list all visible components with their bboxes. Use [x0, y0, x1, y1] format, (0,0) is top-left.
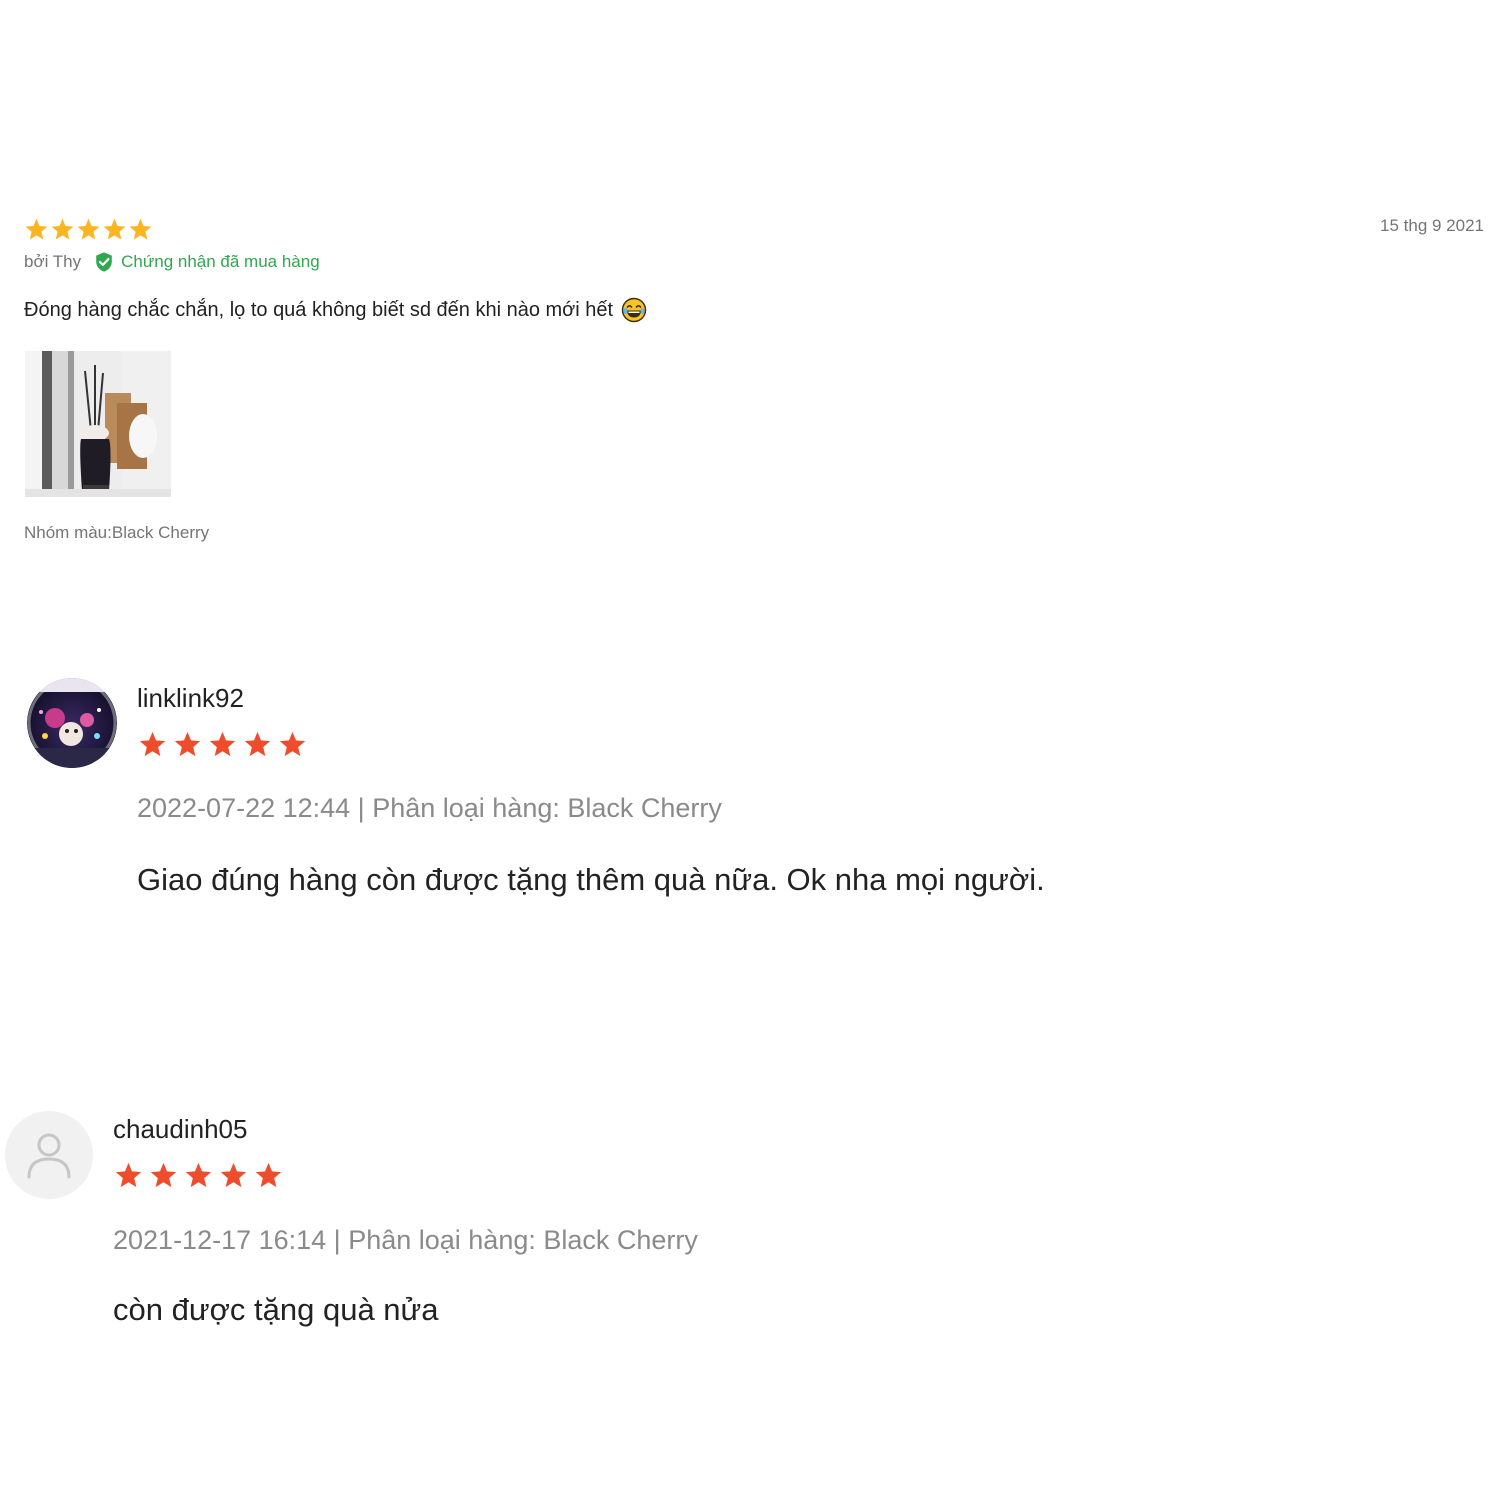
verified-purchase-label: Chứng nhận đã mua hàng: [121, 252, 320, 271]
star-icon: [25, 218, 48, 240]
review-2-meta: 2022-07-22 12:44 | Phân loại hàng: Black…: [137, 793, 722, 823]
review-1-text: Đóng hàng chắc chắn, lọ to quá không biế…: [24, 298, 614, 321]
review-3-username[interactable]: chaudinh05: [113, 1114, 247, 1145]
star-icon: [139, 731, 166, 757]
star-icon: [129, 218, 152, 240]
star-icon: [174, 731, 201, 757]
default-user-icon: [5, 1111, 93, 1199]
star-icon: [209, 731, 236, 757]
review-2-rating-stars: [138, 730, 307, 759]
review-1-rating-stars: [24, 217, 153, 242]
star-icon: [279, 731, 306, 757]
review-2-username[interactable]: linklink92: [137, 683, 244, 714]
review-3-meta: 2021-12-17 16:14 | Phân loại hàng: Black…: [113, 1225, 698, 1255]
review-1-content: Đóng hàng chắc chắn, lọ to quá không biế…: [24, 297, 647, 323]
laughing-tears-emoji: [621, 297, 647, 323]
review-3-rating-stars: [114, 1161, 283, 1190]
review-1-byline: bởi Thy Chứng nhận đã mua hàng: [24, 251, 320, 273]
avatar[interactable]: [27, 678, 117, 768]
star-icon: [185, 1162, 212, 1188]
star-icon: [51, 218, 74, 240]
star-icon: [244, 731, 271, 757]
review-1-photo-thumbnail[interactable]: [25, 351, 171, 497]
avatar[interactable]: [5, 1111, 93, 1199]
star-icon: [150, 1162, 177, 1188]
star-icon: [103, 218, 126, 240]
review-2-comment: Giao đúng hàng còn được tặng thêm quà nữ…: [137, 862, 1045, 897]
review-3-comment: còn được tặng quà nửa: [113, 1292, 439, 1327]
review-1-date: 15 thg 9 2021: [1380, 216, 1484, 235]
review-1-variant: Nhóm màu:Black Cherry: [24, 523, 210, 542]
star-icon: [220, 1162, 247, 1188]
star-icon: [77, 218, 100, 240]
check-shield-icon: [93, 251, 115, 273]
star-icon: [255, 1162, 282, 1188]
review-1-author: bởi Thy: [24, 252, 82, 271]
star-icon: [115, 1162, 142, 1188]
